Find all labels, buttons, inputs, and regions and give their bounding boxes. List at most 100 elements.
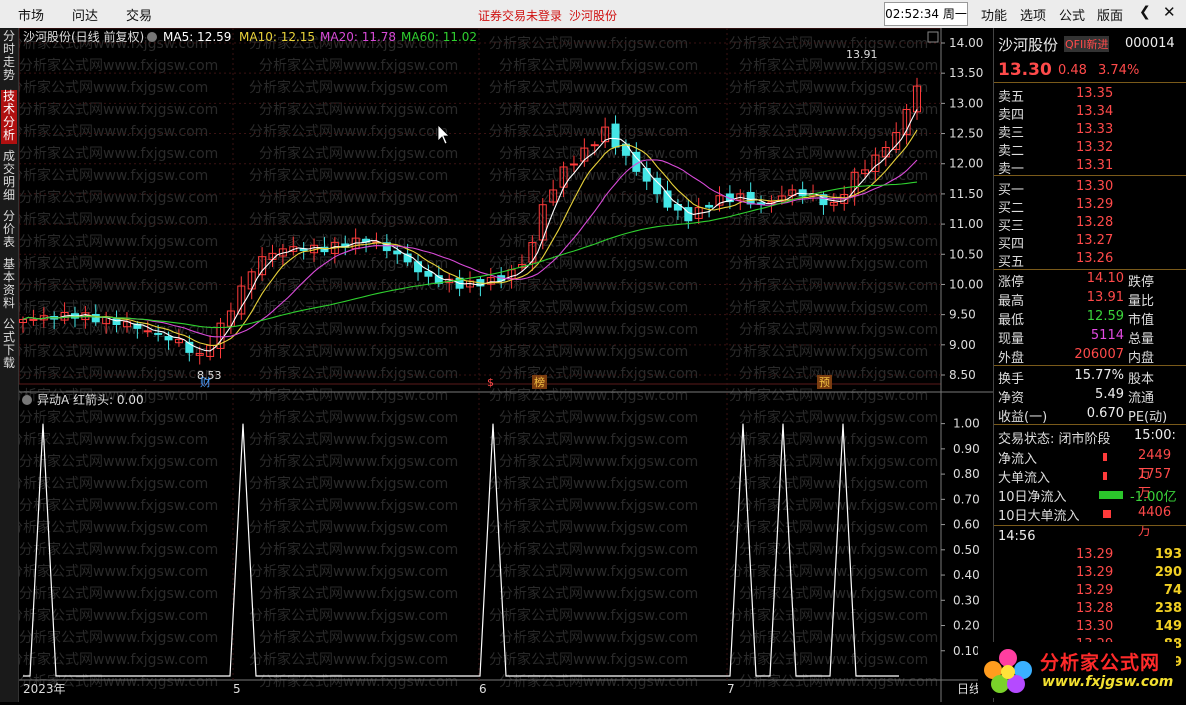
menu-function[interactable]: 功能	[981, 5, 1007, 24]
watermark-text: 分析家公式网www.fxjgsw.com	[19, 101, 218, 118]
watermark-text: 分析家公式网www.fxjgsw.com	[729, 651, 928, 668]
tick-row: 13.29 74	[998, 583, 1184, 602]
tab-trade-detail[interactable]: 成交明细	[1, 150, 17, 204]
login-notice[interactable]: 证券交易未登录	[478, 7, 562, 24]
watermark-text: 分析家公式网www.fxjgsw.com	[499, 541, 698, 558]
tick-row: 13.29 193	[998, 547, 1184, 566]
ask-row[interactable]: 卖三 13.33	[998, 122, 1184, 141]
separator	[994, 269, 1186, 270]
watermark-text: 分析家公式网www.fxjgsw.com	[489, 387, 688, 404]
watermark-text: 分析家公式网www.fxjgsw.com	[259, 57, 458, 74]
candle-body	[414, 261, 423, 273]
stat-value: 206007	[1074, 347, 1124, 362]
watermark-text: 分析家公式网www.fxjgsw.com	[249, 79, 448, 96]
ind-tick-label: 0.70	[953, 492, 980, 506]
tab-fundamentals[interactable]: 基本资料	[1, 258, 17, 312]
flow-label: 大单流入	[998, 471, 1051, 486]
ask-row[interactable]: 卖二 13.32	[998, 140, 1184, 159]
event-marker-finance[interactable]: 财	[200, 375, 211, 389]
chevron-left-icon[interactable]: ❮	[1139, 4, 1151, 20]
bid-row[interactable]: 买二 13.29	[998, 197, 1184, 216]
flow-bar	[1103, 472, 1107, 480]
watermark-text: 分析家公式网www.fxjgsw.com	[729, 79, 928, 96]
menu-trade[interactable]: 交易	[126, 5, 152, 24]
menu-market[interactable]: 市场	[18, 5, 44, 24]
tab-price-table[interactable]: 分价表	[1, 210, 17, 252]
candle-body	[798, 189, 807, 197]
watermark-text: 分析家公式网www.fxjgsw.com	[19, 233, 218, 250]
watermark-text: 分析家公式网www.fxjgsw.com	[249, 123, 448, 140]
tab-technical[interactable]: 技术分析	[1, 90, 17, 144]
watermark-text: 分析家公式网www.fxjgsw.com	[19, 409, 218, 426]
flow-label: 净流入	[998, 452, 1038, 467]
menu-formula[interactable]: 公式	[1059, 5, 1085, 24]
candle-body	[164, 336, 173, 341]
watermark-text: 分析家公式网www.fxjgsw.com	[19, 651, 208, 668]
watermark-text: 分析家公式网www.fxjgsw.com	[259, 409, 458, 426]
tick-price: 13.29	[1076, 565, 1114, 580]
watermark-text: 分析家公式网www.fxjgsw.com	[729, 35, 928, 52]
bid-row[interactable]: 买四 13.27	[998, 233, 1184, 252]
ask-row[interactable]: 卖四 13.34	[998, 104, 1184, 123]
stat-label: 外盘	[998, 351, 1025, 366]
flow-bar	[1103, 453, 1107, 461]
chart-svg[interactable]: 分析家公式网www.fxjgsw.com 分析家公式网www.fxjgsw.com…	[9, 27, 993, 702]
indicator-collapse-icon[interactable]	[22, 395, 32, 405]
ind-tick-label: 1.00	[953, 417, 980, 431]
separator	[994, 365, 1186, 366]
event-marker-forecast[interactable]: 预	[819, 376, 830, 389]
ind-tick-label: 0.30	[953, 593, 980, 607]
watermark-text: 分析家公式网www.fxjgsw.com	[259, 321, 458, 338]
watermark-text: 分析家公式网www.fxjgsw.com	[19, 563, 208, 580]
bid-row[interactable]: 买一 13.30	[998, 179, 1184, 198]
restore-icon[interactable]	[927, 31, 939, 43]
bid-row[interactable]: 买三 13.28	[998, 215, 1184, 234]
trade-status: 交易状态: 闭市阶段	[998, 432, 1111, 447]
watermark-text: 分析家公式网www.fxjgsw.com	[249, 211, 448, 228]
event-marker-list[interactable]: 榜	[534, 375, 545, 389]
panel-stock-name: 沙河股份	[998, 36, 1059, 54]
tab-intraday[interactable]: 分时走势	[1, 30, 17, 84]
watermark-text: 分析家公式网www.fxjgsw.com	[489, 607, 688, 624]
watermark-text: 分析家公式网www.fxjgsw.com	[19, 299, 208, 316]
watermark-text: 分析家公式网www.fxjgsw.com	[19, 255, 208, 272]
tick-volume: 290	[1154, 565, 1182, 580]
chart-area[interactable]: 分析家公式网www.fxjgsw.com 分析家公式网www.fxjgsw.com…	[9, 27, 993, 702]
watermark-text: 分析家公式网www.fxjgsw.com	[19, 211, 208, 228]
collapse-icon[interactable]	[147, 32, 157, 42]
watermark-text: 分析家公式网www.fxjgsw.com	[489, 563, 688, 580]
close-icon[interactable]: ✕	[1163, 3, 1176, 21]
separator	[994, 525, 1186, 526]
watermark-text: 分析家公式网www.fxjgsw.com	[249, 167, 448, 184]
watermark-text: 分析家公式网www.fxjgsw.com	[739, 57, 938, 74]
price-tick-label: 12.00	[949, 157, 983, 171]
watermark-text: 分析家公式网www.fxjgsw.com	[19, 57, 218, 74]
ind-tick-label: 0.60	[953, 518, 980, 532]
stat-row: 现量 5114 总量	[998, 328, 1184, 347]
tab-formula-download[interactable]: 公式下载	[1, 318, 17, 372]
tick-row: 13.29 290	[998, 565, 1184, 584]
menu-wenda[interactable]: 问达	[72, 5, 98, 24]
watermark-text: 分析家公式网www.fxjgsw.com	[249, 299, 448, 316]
ind-tick-label: 0.20	[953, 619, 980, 633]
watermark-text: 分析家公式网www.fxjgsw.com	[259, 365, 458, 382]
axes: 14.00 13.50 13.00 12.50 12.00 11.50 11.00 10.50…	[941, 36, 983, 658]
watermark-text: 分析家公式网www.fxjgsw.com	[489, 431, 688, 448]
clock-display: 02:52:34 周一	[884, 2, 968, 26]
menu-layout[interactable]: 版面	[1097, 5, 1123, 24]
watermark-text: 分析家公式网www.fxjgsw.com	[729, 607, 928, 624]
flow-row: 大单流入 1757万	[998, 467, 1184, 501]
bid-row[interactable]: 买五 13.26	[998, 251, 1184, 270]
watermark-text: 分析家公式网www.fxjgsw.com	[739, 233, 938, 250]
watermark-text: 分析家公式网www.fxjgsw.com	[19, 607, 208, 624]
event-marker-dividend[interactable]: $	[487, 376, 494, 389]
stat2-value: 15.77%	[1074, 368, 1124, 383]
flow-row: 10日净流入 -1.00亿	[998, 486, 1184, 505]
ask-row[interactable]: 卖五 13.35	[998, 86, 1184, 105]
stat-label: 涨停	[998, 275, 1025, 290]
menu-options[interactable]: 选项	[1020, 5, 1046, 24]
tick-volume: 149	[1154, 619, 1182, 634]
watermark-text: 分析家公式网www.fxjgsw.com	[19, 497, 218, 514]
quote-panel: 沙河股份 QFII新进 000014 13.30 0.48 3.74% 卖五 1…	[993, 28, 1186, 702]
price-tick-label: 11.50	[949, 187, 983, 201]
